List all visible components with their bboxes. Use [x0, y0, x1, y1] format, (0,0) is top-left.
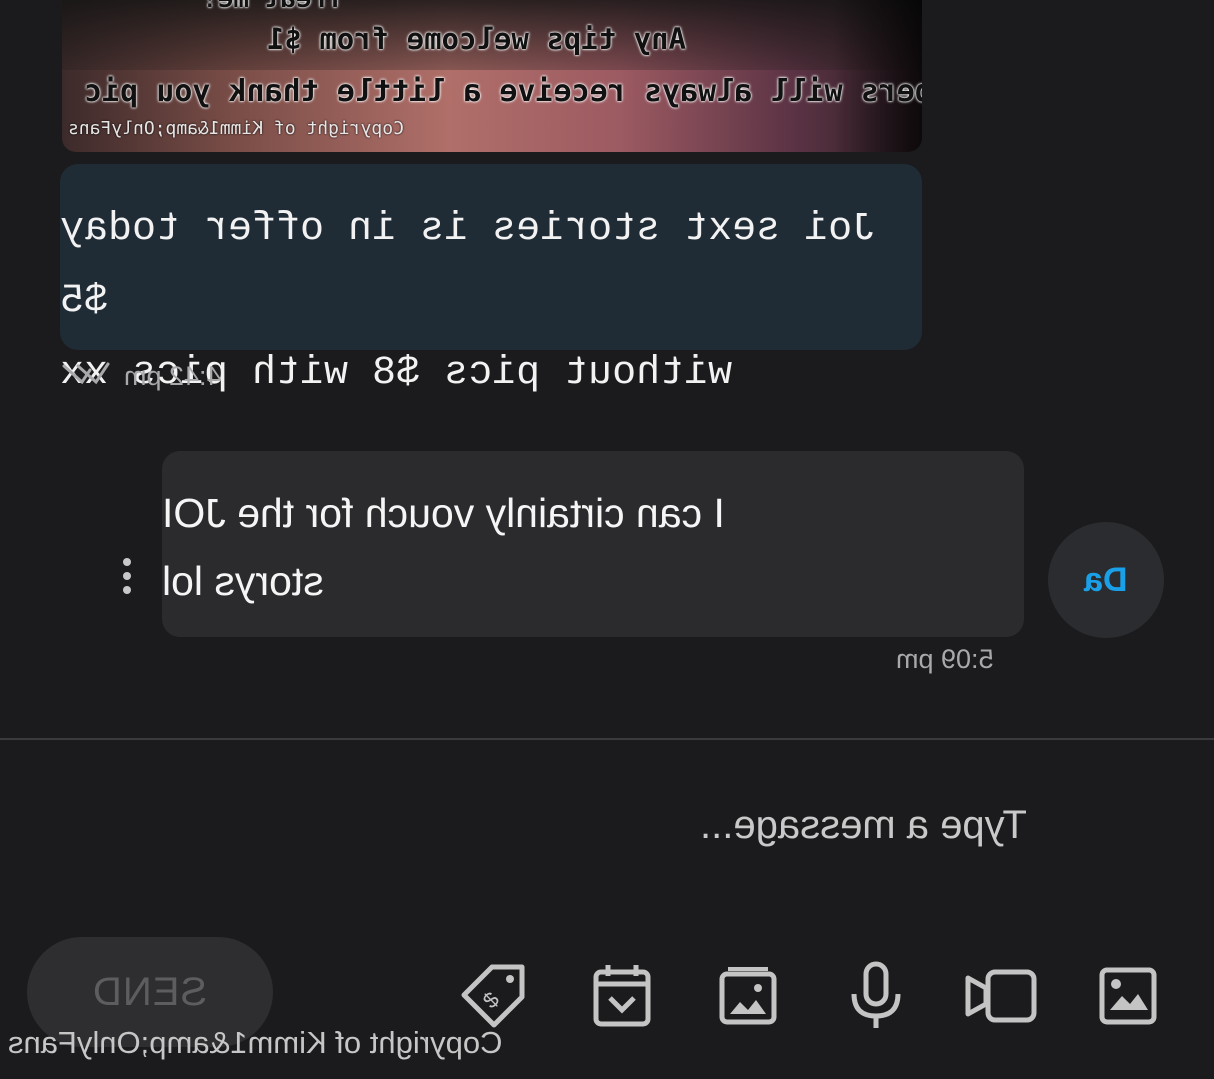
divider: [0, 738, 1214, 740]
message-time: 5:09 pm: [896, 644, 994, 674]
message-time: 4:42 pm: [124, 360, 222, 391]
watermark: Copyright of Kimm1&amp;OnlyFans: [8, 1025, 503, 1060]
message-bubble-incoming[interactable]: Joi sext stories is in offer today $5 wi…: [60, 164, 922, 396]
double-check-icon: [62, 358, 116, 395]
schedule-icon[interactable]: [584, 958, 660, 1034]
svg-text:$: $: [478, 987, 504, 1013]
message-input[interactable]: [700, 790, 1160, 860]
gallery-icon[interactable]: [710, 958, 786, 1034]
attachment-caption-line-2: Tippers will always receive a little tha…: [84, 74, 922, 109]
attachment-copyright: Copyright of Kimm1&amp;OnlyFans: [68, 118, 404, 139]
avatar[interactable]: Da: [1048, 522, 1164, 638]
media-attachment[interactable]: Treat me! Any tips welcome from $1 Tippe…: [62, 0, 922, 152]
microphone-icon[interactable]: [838, 958, 914, 1034]
attachment-caption-top: Treat me!: [202, 0, 343, 14]
attachment-caption-line-1: Any tips welcome from $1: [267, 22, 687, 56]
send-label: SEND: [92, 969, 208, 1014]
message-meta-incoming: 4:42 pm: [62, 358, 222, 394]
message-bubble-outgoing[interactable]: I can cirtainly vouch for the JOI storys…: [162, 451, 1024, 637]
video-icon[interactable]: [962, 958, 1038, 1034]
price-tag-icon[interactable]: $: [456, 958, 532, 1034]
avatar-initials: Da: [1084, 560, 1128, 599]
more-options-icon[interactable]: [112, 552, 142, 600]
image-icon[interactable]: [1090, 958, 1166, 1034]
message-text: I can cirtainly vouch for the JOI storys…: [162, 490, 725, 604]
